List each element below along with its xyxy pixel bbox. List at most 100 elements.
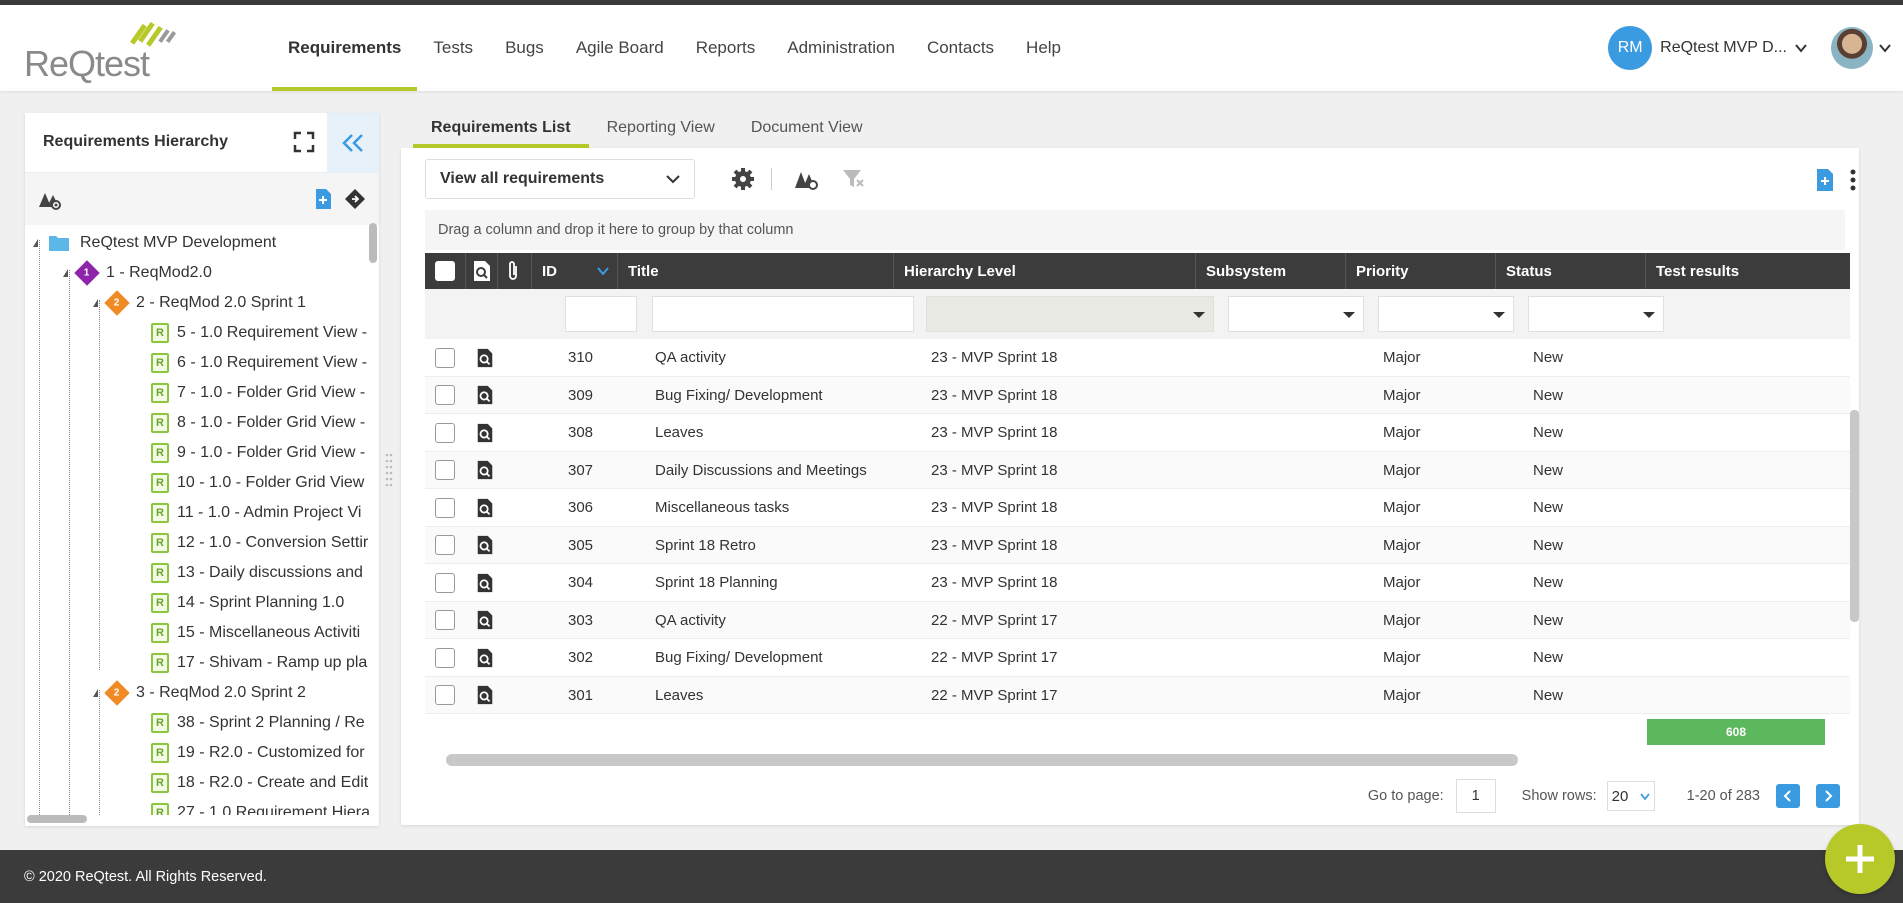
tab-reporting-view[interactable]: Reporting View	[589, 108, 733, 148]
nav-reports[interactable]: Reports	[680, 5, 772, 91]
table-row[interactable]: 306 Miscellaneous tasks 23 - MVP Sprint 18…	[425, 489, 1850, 527]
nav-administration[interactable]: Administration	[771, 5, 911, 91]
hierarchy-view-icon[interactable]	[793, 166, 819, 192]
tab-requirements-list[interactable]: Requirements List	[413, 108, 589, 148]
row-checkbox[interactable]	[435, 572, 455, 593]
table-row[interactable]: 304 Sprint 18 Planning 23 - MVP Sprint 18 M…	[425, 564, 1850, 602]
table-row[interactable]: 302 Bug Fixing/ Development 22 - MVP Sprin…	[425, 639, 1850, 677]
column-priority[interactable]: Priority	[1345, 253, 1495, 289]
nav-help[interactable]: Help	[1010, 5, 1077, 91]
priority-filter-select[interactable]	[1378, 296, 1514, 332]
cell-title[interactable]: QA activity	[655, 602, 726, 640]
collapse-panel-button[interactable]	[327, 113, 379, 173]
nav-bugs[interactable]: Bugs	[489, 5, 560, 91]
tree-item[interactable]: 1 1 - ReqMod2.0	[63, 258, 212, 288]
cell-title[interactable]: Sprint 18 Retro	[655, 527, 756, 565]
previous-page-button[interactable]	[1776, 784, 1800, 808]
clear-filter-icon[interactable]	[841, 166, 867, 192]
preview-icon[interactable]	[475, 385, 495, 405]
tree-item[interactable]: R 13 - Daily discussions and	[151, 558, 363, 588]
tree-item[interactable]: R 9 - 1.0 - Folder Grid View -	[151, 438, 365, 468]
table-row[interactable]: 310 QA activity 23 - MVP Sprint 18 Major New	[425, 339, 1850, 377]
tree-item[interactable]: R 5 - 1.0 Requirement View -	[151, 318, 367, 348]
cell-title[interactable]: Miscellaneous tasks	[655, 489, 789, 527]
view-filter-select[interactable]: View all requirements	[425, 159, 695, 199]
preview-icon[interactable]	[475, 573, 495, 593]
column-title[interactable]: Title	[617, 253, 893, 289]
row-checkbox[interactable]	[435, 385, 455, 406]
hierarchy-view-icon[interactable]	[37, 187, 63, 211]
tree-item[interactable]: R 12 - 1.0 - Conversion Settir	[151, 528, 368, 558]
rows-per-page-select[interactable]: 20	[1606, 781, 1655, 811]
select-all-checkbox[interactable]	[435, 261, 455, 281]
tree-item[interactable]: R 6 - 1.0 Requirement View -	[151, 348, 367, 378]
preview-icon[interactable]	[475, 460, 495, 480]
next-page-button[interactable]	[1816, 784, 1840, 808]
cell-title[interactable]: Bug Fixing/ Development	[655, 639, 823, 677]
tree-item[interactable]: R 15 - Miscellaneous Activiti	[151, 618, 360, 648]
row-checkbox[interactable]	[435, 535, 455, 556]
tab-document-view[interactable]: Document View	[733, 108, 881, 148]
table-row[interactable]: 301 Leaves 22 - MVP Sprint 17 Major New	[425, 676, 1850, 715]
tree-item[interactable]: 2 3 - ReqMod 2.0 Sprint 2	[93, 678, 306, 708]
column-status[interactable]: Status	[1495, 253, 1645, 289]
tree-item[interactable]: R 17 - Shivam - Ramp up pla	[151, 648, 367, 678]
chevron-down-icon[interactable]	[1879, 42, 1891, 54]
tree-item[interactable]: R 10 - 1.0 - Folder Grid View	[151, 468, 364, 498]
tree-item[interactable]: R 38 - Sprint 2 Planning / Re	[151, 708, 365, 738]
cell-title[interactable]: Bug Fixing/ Development	[655, 377, 823, 415]
grid-horizontal-scrollbar[interactable]	[446, 754, 1518, 766]
tree-item[interactable]: R 19 - R2.0 - Customized for	[151, 738, 365, 768]
add-fab-button[interactable]	[1825, 824, 1895, 894]
expand-toggle-icon[interactable]	[63, 269, 68, 277]
column-hierarchy-level[interactable]: Hierarchy Level	[893, 253, 1195, 289]
tree-item[interactable]: 2 2 - ReqMod 2.0 Sprint 1	[93, 288, 306, 318]
panel-splitter-handle[interactable]	[385, 452, 393, 488]
tree-item[interactable]: R 8 - 1.0 - Folder Grid View -	[151, 408, 365, 438]
cell-title[interactable]: Leaves	[655, 677, 703, 715]
grid-vertical-scrollbar[interactable]	[1850, 410, 1859, 622]
tree-item[interactable]: R 7 - 1.0 - Folder Grid View -	[151, 378, 365, 408]
preview-icon[interactable]	[475, 610, 495, 630]
tree-horizontal-scrollbar[interactable]	[27, 815, 87, 823]
column-subsystem[interactable]: Subsystem	[1195, 253, 1345, 289]
app-logo[interactable]: ReQtest	[24, 19, 184, 84]
table-row[interactable]: 303 QA activity 22 - MVP Sprint 17 Major New	[425, 601, 1850, 640]
preview-icon[interactable]	[475, 348, 495, 368]
add-document-icon[interactable]	[314, 188, 332, 210]
table-row[interactable]: 308 Leaves 23 - MVP Sprint 18 Major New	[425, 414, 1850, 452]
title-filter-input[interactable]	[652, 296, 914, 332]
nav-contacts[interactable]: Contacts	[911, 5, 1010, 91]
cell-title[interactable]: QA activity	[655, 339, 726, 377]
tree-item[interactable]: R 14 - Sprint Planning 1.0	[151, 588, 344, 618]
expand-toggle-icon[interactable]	[33, 239, 38, 247]
hierarchy-filter-select[interactable]	[926, 296, 1214, 332]
subsystem-filter-select[interactable]	[1228, 296, 1364, 332]
row-checkbox[interactable]	[435, 610, 455, 631]
preview-icon[interactable]	[475, 423, 495, 443]
expand-toggle-icon[interactable]	[93, 299, 98, 307]
navigate-diamond-icon[interactable]	[344, 188, 366, 210]
table-row[interactable]: 307 Daily Discussions and Meetings 23 - MV…	[425, 451, 1850, 490]
row-checkbox[interactable]	[435, 460, 455, 481]
column-test-results[interactable]: Test results	[1645, 253, 1850, 289]
tree-item[interactable]: R 18 - R2.0 - Create and Edit	[151, 768, 368, 798]
fullscreen-icon[interactable]	[293, 131, 315, 153]
preview-icon[interactable]	[475, 535, 495, 555]
cell-title[interactable]: Daily Discussions and Meetings	[655, 452, 867, 490]
table-row[interactable]: 305 Sprint 18 Retro 23 - MVP Sprint 18 Majo…	[425, 526, 1850, 565]
nav-requirements[interactable]: Requirements	[272, 5, 418, 91]
group-by-dropzone[interactable]: Drag a column and drop it here to group …	[425, 210, 1845, 250]
id-filter-input[interactable]	[565, 296, 637, 332]
user-avatar[interactable]	[1831, 27, 1873, 69]
row-checkbox[interactable]	[435, 647, 455, 668]
tree-item[interactable]: ReQtest MVP Development	[33, 228, 276, 258]
project-avatar[interactable]: RM	[1608, 26, 1653, 70]
nav-agile-board[interactable]: Agile Board	[560, 5, 680, 91]
preview-icon[interactable]	[475, 685, 495, 705]
more-options-icon[interactable]	[1849, 168, 1857, 192]
row-checkbox[interactable]	[435, 347, 455, 368]
page-number-input[interactable]: 1	[1455, 779, 1496, 813]
chevron-down-icon[interactable]	[1795, 42, 1807, 54]
expand-toggle-icon[interactable]	[93, 689, 98, 697]
